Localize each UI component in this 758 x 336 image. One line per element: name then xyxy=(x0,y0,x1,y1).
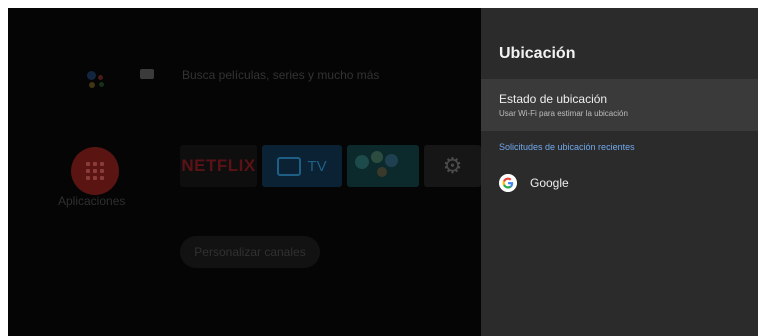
apps-button[interactable] xyxy=(71,147,119,195)
recent-request-google[interactable]: Google xyxy=(481,168,758,198)
home-screen-dimmed: Busca películas, series y mucho más Apli… xyxy=(8,8,481,336)
google-assistant-icon[interactable] xyxy=(81,67,111,91)
tv-icon xyxy=(277,156,302,176)
location-settings-panel: Ubicación Estado de ubicación Usar Wi-Fi… xyxy=(481,8,758,336)
tv-screen: Busca películas, series y mucho más Apli… xyxy=(8,8,758,336)
location-status-subtitle: Usar Wi-Fi para estimar la ubicación xyxy=(499,109,628,118)
recent-request-label: Google xyxy=(530,176,569,190)
location-status-title: Estado de ubicación xyxy=(499,92,608,106)
panel-title: Ubicación xyxy=(499,45,576,62)
recent-requests-header: Solicitudes de ubicación recientes xyxy=(499,142,635,152)
family-app-tile[interactable] xyxy=(347,145,419,187)
search-hint[interactable]: Busca películas, series y mucho más xyxy=(182,68,379,82)
gear-icon: ⚙ xyxy=(442,153,463,178)
keyboard-icon[interactable] xyxy=(140,69,154,79)
tv-tile[interactable]: TV xyxy=(262,145,342,187)
google-icon xyxy=(499,174,517,192)
settings-tile[interactable]: ⚙ xyxy=(424,145,481,187)
apps-grid-icon xyxy=(86,162,104,180)
location-status-item[interactable]: Estado de ubicación Usar Wi-Fi para esti… xyxy=(481,79,758,131)
customize-channels-button[interactable]: Personalizar canales xyxy=(180,236,320,268)
tv-tile-label: TV xyxy=(307,157,327,175)
netflix-tile[interactable]: NETFLIX xyxy=(180,145,257,187)
netflix-logo: NETFLIX xyxy=(181,156,256,175)
apps-label: Aplicaciones xyxy=(58,194,126,208)
